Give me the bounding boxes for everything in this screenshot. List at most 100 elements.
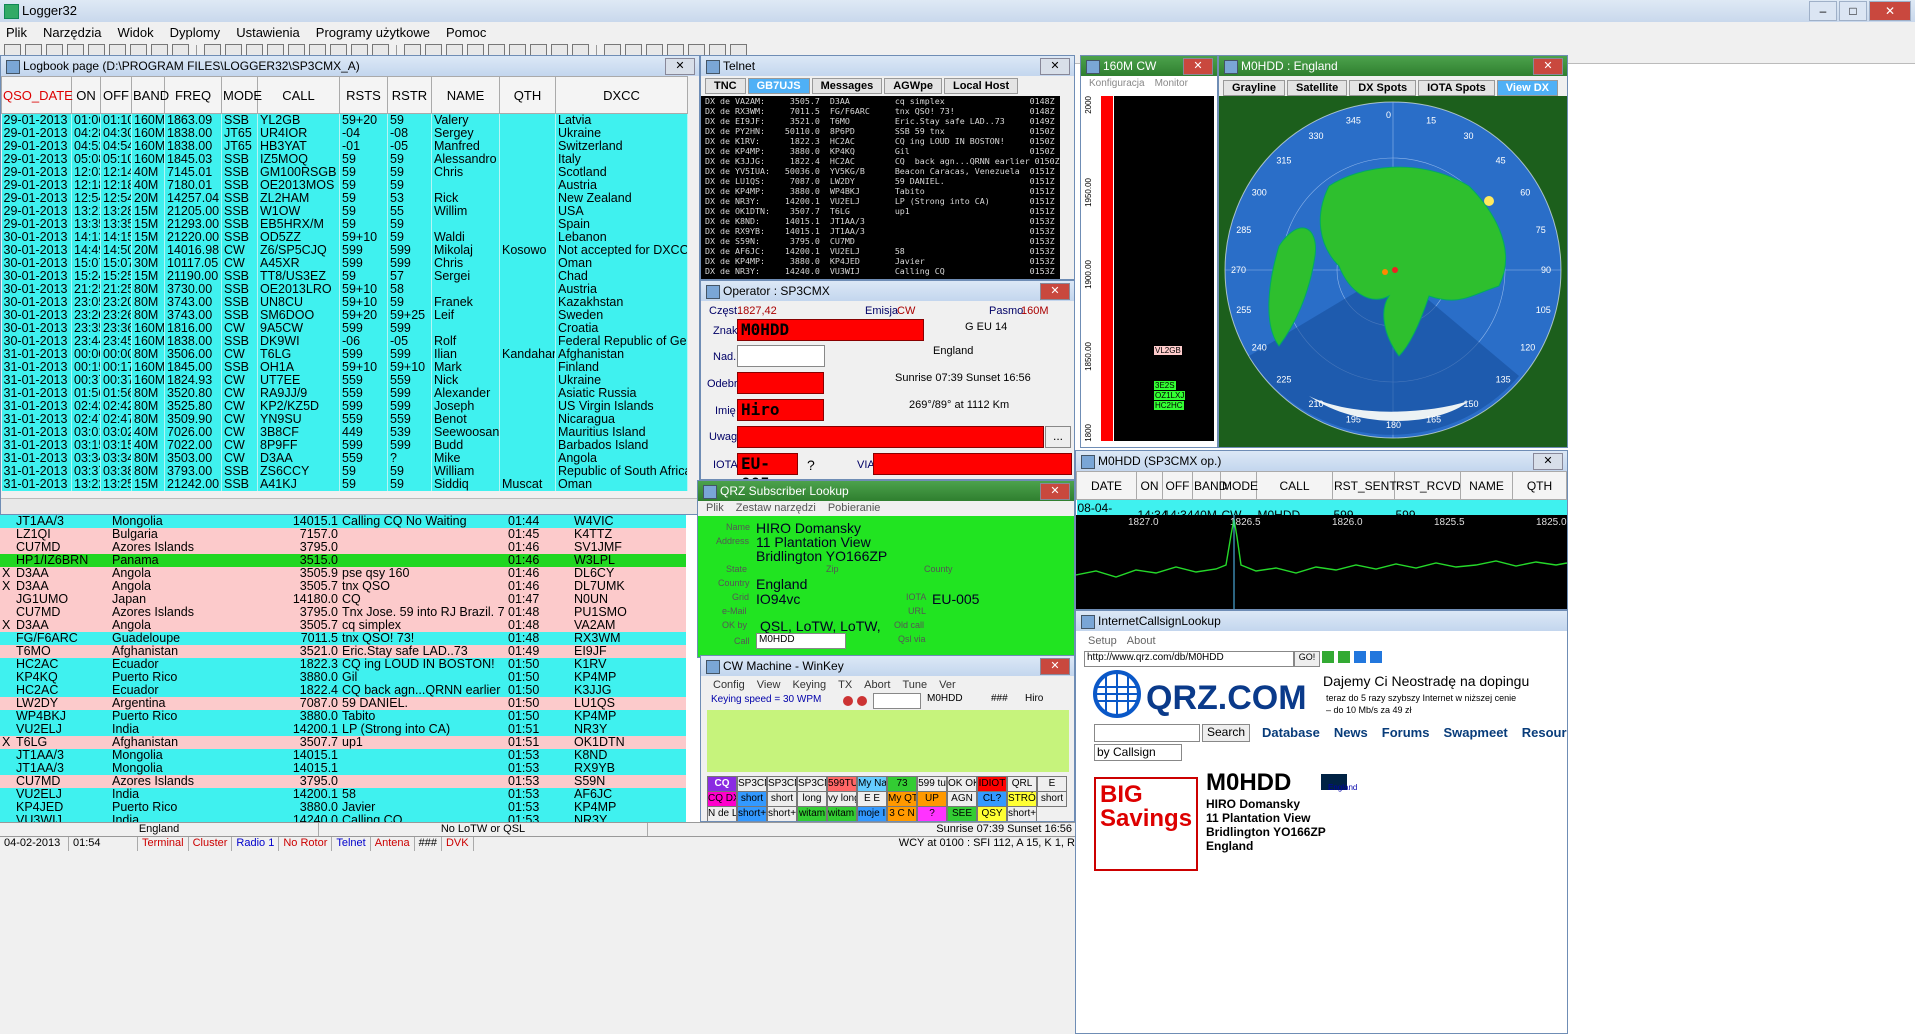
col-header[interactable]: QTH	[499, 76, 556, 114]
tab-agwpe[interactable]: AGWpe	[884, 78, 942, 94]
smalllog-close-button[interactable]: ✕	[1533, 453, 1563, 470]
cw-macro-button[interactable]: short+E	[1007, 806, 1037, 821]
cw-macro-button[interactable]: long	[797, 791, 827, 807]
col-header[interactable]: MODE	[221, 76, 262, 114]
nav-database[interactable]: Database	[1262, 725, 1320, 740]
odebr-field[interactable]	[737, 372, 824, 394]
table-row[interactable]: 29-01-201312:5412:5420M14257.04SSBZL2HAM…	[1, 192, 688, 205]
table-row[interactable]: 31-01-201300:3700:37160M1824.93CWUT7EE55…	[1, 374, 688, 387]
cw-macro-button[interactable]: E	[1037, 776, 1067, 792]
dx-spot-row[interactable]: HC2AC Ecuador 1822.3 CQ ing LOUD IN BOSTON!…	[0, 658, 686, 671]
dx-spot-row[interactable]: JT1AA/3 Mongolia 14015.1 Calling CQ No Wait…	[0, 515, 686, 528]
table-row[interactable]: 30-01-201314:1314:1515M21220.00SSBOD5ZZ5…	[1, 231, 688, 244]
dx-spot-row[interactable]: X D3AA Angola 3505.9 pse qsy 160 01:46 DL6CY	[0, 567, 686, 580]
dx-spot-row[interactable]: HC2AC Ecuador 1822.4 CQ back agn...QRNN ear…	[0, 684, 686, 697]
icl-menu-about[interactable]: About	[1127, 635, 1156, 649]
cw-macro-button[interactable]: QRL	[1007, 776, 1037, 792]
cw-macro-button[interactable]: witam	[797, 806, 827, 821]
cw-macro-button[interactable]: ?	[917, 806, 947, 821]
cw-macro-button[interactable]: IDIOT	[977, 776, 1007, 792]
menu-widok[interactable]: Widok	[117, 25, 153, 40]
smalllog-header[interactable]: CALL	[1256, 471, 1333, 500]
cw-macro-button[interactable]: witam short	[827, 806, 857, 821]
dx-spot-row[interactable]: VU3WIJ India 14240.0 Calling CQ 01:53 NR3Y	[0, 814, 686, 822]
table-row[interactable]: 29-01-201313:3513:3515M21293.00SSBEB5HRX…	[1, 218, 688, 231]
smalllog-header[interactable]: BAND	[1192, 471, 1227, 500]
cw-macro-button[interactable]: moje IMIE	[857, 806, 887, 821]
cw-macro-button[interactable]: SP3CMX	[797, 776, 827, 792]
status-rotor[interactable]: No Rotor	[279, 837, 333, 851]
table-row[interactable]: 31-01-201303:0103:0240M7026.00CW3B8CF449…	[1, 426, 688, 439]
table-row[interactable]: 30-01-201314:4914:5020M14016.98CWZ6/SP5C…	[1, 244, 688, 257]
table-row[interactable]: 31-01-201300:1500:17160M1845.00SSBOH1A59…	[1, 361, 688, 374]
cw-macro-button[interactable]: 73	[887, 776, 917, 792]
cw-macro-button[interactable]: short	[737, 791, 767, 807]
globe-tab-grayline[interactable]: Grayline	[1223, 80, 1286, 96]
smalllog-header[interactable]: RST_SENT	[1332, 471, 1397, 500]
table-row[interactable]: 31-01-201313:2213:2515M21242.00SSBA41KJ5…	[1, 478, 688, 491]
dx-spot-row[interactable]: JG1UMO Japan 14180.0 CQ 01:47 N0UN	[0, 593, 686, 606]
dx-spot-row[interactable]: VU2ELJ India 14200.1 LP (Strong into CA) 01:…	[0, 723, 686, 736]
cwm-menu-tx[interactable]: TX	[838, 678, 852, 692]
icl-menu-setup[interactable]: Setup	[1088, 635, 1117, 649]
telnet-close-button[interactable]: ✕	[1040, 58, 1070, 75]
smalllog-header[interactable]: RST_RCVD	[1394, 471, 1461, 500]
table-row[interactable]: 30-01-201321:2521:2580M3730.00SSBOE2013L…	[1, 283, 688, 296]
dx-spot-row[interactable]: KP4JED Puerto Rico 3880.0 Javier 01:53 KP4MP	[0, 801, 686, 814]
call-field[interactable]: M0HDD	[737, 319, 924, 341]
ad-banner[interactable]: BIG Savings	[1094, 777, 1198, 871]
bandmap-spot[interactable]: 3E2S	[1154, 381, 1176, 390]
globe-tab-iota[interactable]: IOTA Spots	[1418, 80, 1495, 96]
telnet-output[interactable]: DX de VA2AM: 3505.7 D3AA cq simplex 0148…	[701, 96, 1060, 279]
table-row[interactable]: 31-01-201303:3403:3480M3503.00CWD3AA559?…	[1, 452, 688, 465]
menu-narzedzia[interactable]: Narzędzia	[43, 25, 102, 40]
refresh-icon[interactable]	[1354, 651, 1366, 663]
iota-field[interactable]: EU-005	[737, 453, 798, 479]
col-header[interactable]: DXCC	[555, 76, 688, 114]
table-row[interactable]: 31-01-201303:3703:3880M3793.00SSBZS6CCY5…	[1, 465, 688, 478]
bandmap-spot[interactable]: VL2GB	[1154, 346, 1182, 355]
cw-macro-button[interactable]: My Name	[857, 776, 887, 792]
col-header[interactable]: RSTS	[339, 76, 388, 114]
table-row[interactable]: 30-01-201323:2023:2680M3743.00SSBSM6DOO5…	[1, 309, 688, 322]
qs-call-input[interactable]: M0HDD	[756, 633, 846, 649]
col-header[interactable]: CALL	[257, 76, 340, 114]
cw-macro-button[interactable]: My QTH	[887, 791, 917, 807]
logbook-table[interactable]: QSO_DATE ON OFF BAND FREQ MODE CALL RSTS RSTR NAM…	[1, 76, 688, 491]
cw-macro-button[interactable]: vy long	[827, 791, 857, 807]
bandmap-spot[interactable]: HC2HC	[1154, 401, 1184, 410]
status-terminal[interactable]: Terminal	[138, 837, 189, 851]
menu-ustawienia[interactable]: Ustawienia	[236, 25, 300, 40]
via-field[interactable]	[873, 453, 1072, 475]
smalllog-header[interactable]: QTH	[1512, 471, 1567, 500]
azimuthal-map[interactable]: 0 15 30 45 60 75 90 105 120 135 150 165 180 195 210 225…	[1219, 96, 1567, 448]
table-row[interactable]: 30-01-201323:0523:2080M3743.00SSBUN8CU59…	[1, 296, 688, 309]
uwagi-more-button[interactable]: ...	[1045, 426, 1071, 448]
table-row[interactable]: 30-01-201315:2415:2515M21190.00SSBTT8/US…	[1, 270, 688, 283]
cw-macro-button[interactable]: UP	[917, 791, 947, 807]
icl-url-input[interactable]: http://www.qrz.com/db/M0HDD	[1084, 651, 1294, 667]
uwagi-field[interactable]	[737, 426, 1044, 448]
table-row[interactable]: 30-01-201315:0715:0730M10117.05CWA45XR59…	[1, 257, 688, 270]
cwm-menu-tune[interactable]: Tune	[902, 678, 927, 692]
dx-spots-list[interactable]: JT1AA/3 Mongolia 14015.1 Calling CQ No Wait…	[0, 515, 686, 822]
tab-tnc[interactable]: TNC	[705, 78, 746, 94]
cw-macro-button[interactable]: AGN	[947, 791, 977, 807]
cw-macro-button[interactable]: E E	[857, 791, 887, 807]
table-row[interactable]: 31-01-201300:0000:0080M3506.00CWT6LG5995…	[1, 348, 688, 361]
table-row[interactable]: 29-01-201313:2113:2815M21205.00SSBW1OW59…	[1, 205, 688, 218]
cw-macro-button[interactable]: short	[1037, 791, 1067, 807]
col-header[interactable]: BAND	[131, 76, 169, 114]
dx-spot-row[interactable]: CU7MD Azores Islands 3795.0 01:53 S59N	[0, 775, 686, 788]
cw-macro-button[interactable]: SP3CMX	[737, 776, 767, 792]
dx-spot-row[interactable]: FG/F6ARC Guadeloupe 7011.5 tnx QSO! 73! 01:4…	[0, 632, 686, 645]
cw-macro-button[interactable]: short	[767, 791, 797, 807]
search-by-select[interactable]: by Callsign	[1094, 744, 1182, 761]
dx-spot-row[interactable]: X D3AA Angola 3505.7 cq simplex 01:48 VA2AM	[0, 619, 686, 632]
cwm-text-area[interactable]	[707, 710, 1069, 772]
nad-field[interactable]	[737, 345, 825, 367]
cwm-menu-abort[interactable]: Abort	[864, 678, 890, 692]
tab-gb7ujs[interactable]: GB7UJS	[747, 78, 810, 94]
menu-programy[interactable]: Programy użytkowe	[316, 25, 430, 40]
table-row[interactable]: 29-01-201312:0312:1440M7145.01SSBGM100RS…	[1, 166, 688, 179]
